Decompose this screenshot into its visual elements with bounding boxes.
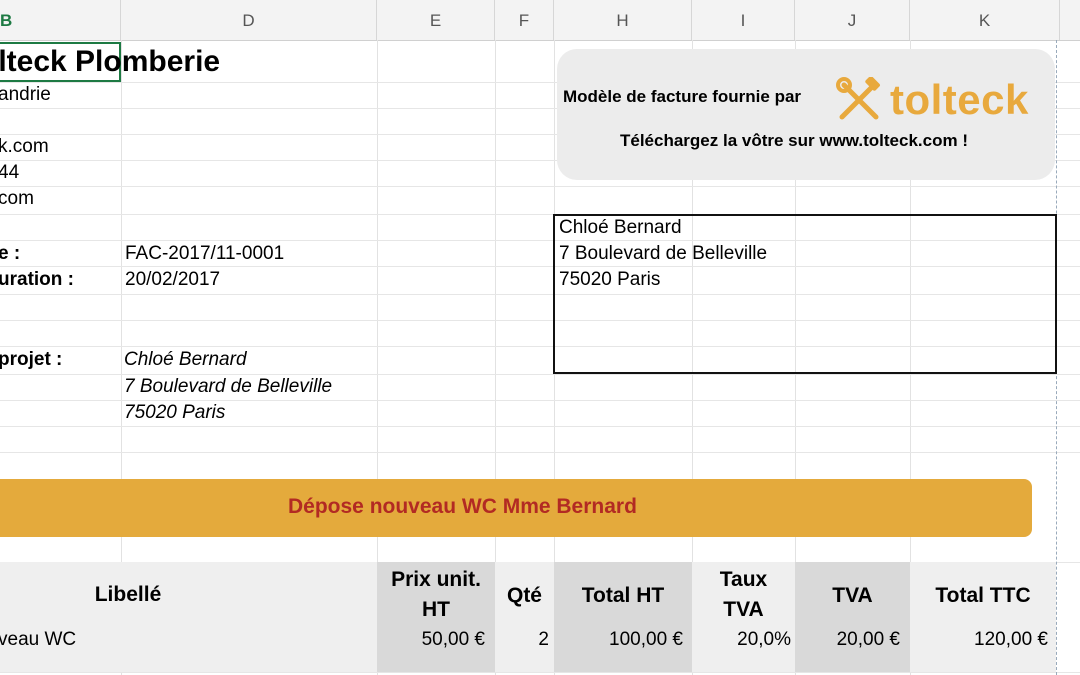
- column-header-j[interactable]: J: [795, 0, 910, 40]
- client-street[interactable]: 7 Boulevard de Belleville: [559, 241, 767, 267]
- header-prix-line1: Prix unit.: [391, 568, 481, 591]
- header-total-ht: Total HT: [581, 584, 665, 607]
- company-address[interactable]: andrie: [0, 82, 51, 108]
- header-bg-libelle: [0, 562, 377, 672]
- project-label: projet :: [0, 349, 63, 370]
- project-name[interactable]: Chloé Bernard: [124, 347, 247, 373]
- row-total-ttc[interactable]: 120,00 €: [910, 627, 1048, 653]
- logo-wordmark: tolteck: [890, 76, 1029, 123]
- column-header-b[interactable]: B: [0, 0, 121, 40]
- column-header-e[interactable]: E: [377, 0, 495, 40]
- column-header-i[interactable]: I: [692, 0, 795, 40]
- client-name[interactable]: Chloé Bernard: [559, 215, 682, 241]
- header-total-ttc: Total TTC: [935, 584, 1031, 607]
- header-bg-total-ht: [554, 562, 692, 672]
- project-street[interactable]: 7 Boulevard de Belleville: [124, 374, 332, 400]
- row-tva[interactable]: 20,00 €: [795, 627, 900, 653]
- column-header-h[interactable]: H: [554, 0, 692, 40]
- header-bg-qte: [495, 562, 554, 672]
- header-taux-line2: TVA: [723, 598, 764, 621]
- invoice-number-label: e :: [0, 243, 21, 264]
- invoice-subject-text: Dépose nouveau WC Mme Bernard: [288, 495, 637, 518]
- header-prix-line2: HT: [422, 598, 450, 621]
- row-taux[interactable]: 20,0%: [692, 627, 791, 653]
- company-email[interactable]: com: [0, 186, 34, 212]
- column-header-d[interactable]: D: [121, 0, 377, 40]
- invoice-date-label: uration :: [0, 269, 74, 290]
- invoice-date-value[interactable]: 20/02/2017: [125, 267, 220, 293]
- row-qte[interactable]: 2: [495, 627, 549, 653]
- header-qte: Qté: [506, 584, 542, 607]
- header-taux-line1: Taux: [719, 568, 768, 591]
- project-city[interactable]: 75020 Paris: [124, 400, 225, 426]
- tolteck-logo: tolteck: [836, 76, 1029, 123]
- header-bg-total-ttc: [910, 562, 1056, 672]
- company-name[interactable]: olteck Plomberie: [0, 44, 220, 80]
- invoice-number-value[interactable]: FAC-2017/11-0001: [125, 241, 284, 267]
- column-header-bar: B D E F H I J K: [0, 0, 1080, 41]
- header-libelle: Libellé: [94, 583, 162, 606]
- header-bg-tva: [795, 562, 910, 672]
- column-header-k[interactable]: K: [910, 0, 1060, 40]
- promo-line-2[interactable]: Téléchargez la vôtre sur www.tolteck.com…: [620, 131, 968, 151]
- row-total-ht[interactable]: 100,00 €: [554, 627, 683, 653]
- promo-line-1: Modèle de facture fournie par: [563, 87, 802, 106]
- promo-card: Modèle de facture fournie par tolteck Té…: [557, 49, 1055, 180]
- row-libelle[interactable]: veau WC: [0, 627, 76, 653]
- row-prix[interactable]: 50,00 €: [377, 627, 485, 653]
- column-header-f[interactable]: F: [495, 0, 554, 40]
- company-website[interactable]: k.com: [0, 134, 49, 160]
- invoice-subject-banner[interactable]: Dépose nouveau WC Mme Bernard: [0, 479, 1032, 537]
- header-tva: TVA: [832, 584, 873, 607]
- company-phone[interactable]: 44: [0, 160, 19, 186]
- crossed-tools-icon: [836, 77, 880, 120]
- client-city[interactable]: 75020 Paris: [559, 267, 660, 293]
